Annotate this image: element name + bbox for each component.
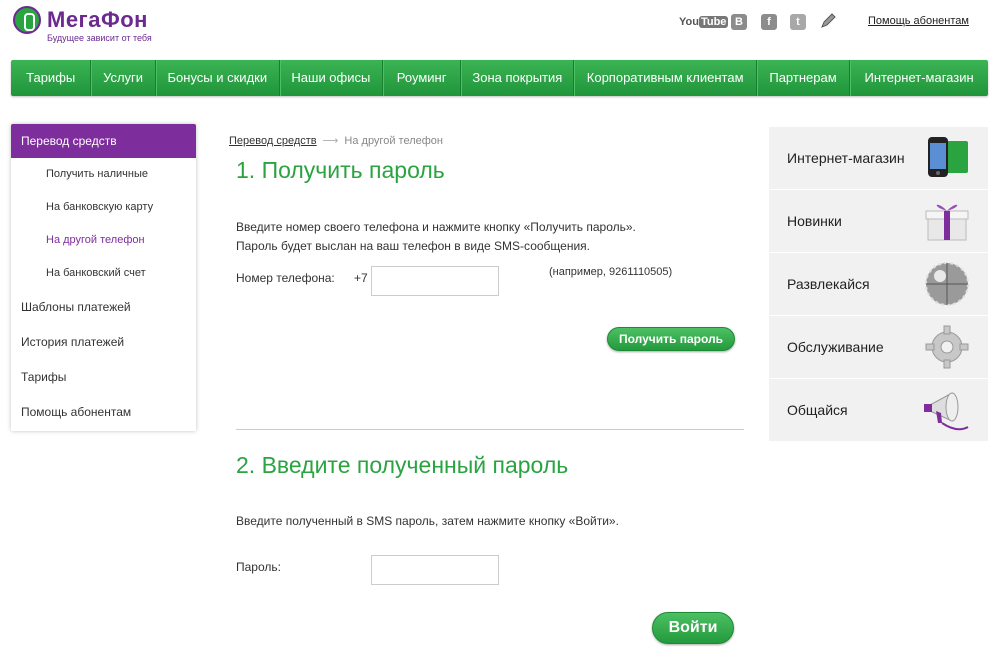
vkontakte-icon[interactable]: B [731,14,747,30]
phone-prefix: +7 [354,271,368,285]
gear-icon [922,324,972,370]
promo-label: Развлекайся [787,276,870,292]
promo-label: Интернет-магазин [787,150,905,166]
promo-label: Новинки [787,213,842,229]
password-input[interactable] [371,555,499,585]
youtube-text: You [679,16,699,28]
brand-slogan: Будущее зависит от тебя [47,33,152,43]
breadcrumb-current: На другой телефон [344,135,443,147]
sidebar-subitem-bank-account[interactable]: На банковский счет [11,257,196,290]
breadcrumb: Перевод средств ⟶ На другой телефон [229,134,443,147]
logo-mark-icon [13,6,41,34]
get-password-button[interactable]: Получить пароль [607,327,735,351]
disco-ball-icon [922,261,972,307]
sidebar-item-history[interactable]: История платежей [11,325,196,360]
twitter-letter: t [796,16,800,28]
brand-name: МегаФон [47,7,148,32]
nav-item-shop[interactable]: Интернет-магазин [850,60,988,96]
pen-icon[interactable] [819,12,837,30]
sidebar-subitem-bank-card[interactable]: На банковскую карту [11,191,196,224]
main-nav: Тарифы Услуги Бонусы и скидки Наши офисы… [11,60,988,96]
promo-item-service[interactable]: Обслуживание [769,316,988,379]
nav-item-bonuses[interactable]: Бонусы и скидки [156,60,280,96]
promo-item-entertainment[interactable]: Развлекайся [769,253,988,316]
sidebar-item-templates[interactable]: Шаблоны платежей [11,290,196,325]
nav-item-tariffs[interactable]: Тарифы [11,60,92,96]
breadcrumb-arrow-icon: ⟶ [322,135,339,147]
step1-instruction-2: Пароль будет выслан на ваш телефон в вид… [236,239,590,253]
promo-item-shop[interactable]: Интернет-магазин [769,127,988,190]
step1-instruction-1: Введите номер своего телефона и нажмите … [236,220,636,234]
nav-item-roaming[interactable]: Роуминг [383,60,462,96]
promo-item-communicate[interactable]: Общайся [769,379,988,441]
phone-input[interactable] [371,266,499,296]
sidebar-subitem-other-phone[interactable]: На другой телефон [11,224,196,257]
step2-title: 2. Введите полученный пароль [236,452,569,478]
twitter-icon[interactable]: t [790,14,806,30]
nav-item-partners[interactable]: Партнерам [757,60,851,96]
facebook-icon[interactable]: f [761,14,777,30]
sidebar-item-tariffs[interactable]: Тарифы [11,360,196,395]
youtube-tube-text: Tube [698,16,729,28]
sidebar-subitem-cash[interactable]: Получить наличные [11,158,196,191]
sidebar-header[interactable]: Перевод средств [11,124,196,158]
step2-instruction: Введите полученный в SMS пароль, затем н… [236,514,619,528]
sidebar: Перевод средств Получить наличные На бан… [11,124,196,431]
sidebar-item-help[interactable]: Помощь абонентам [11,395,196,430]
facebook-letter: f [767,16,771,28]
megafon-logo[interactable]: МегаФон Будущее зависит от тебя [13,6,163,43]
phone-label: Номер телефона: [236,271,335,285]
login-button[interactable]: Войти [652,612,734,644]
gift-icon [922,198,972,244]
nav-item-corporate[interactable]: Корпоративным клиентам [574,60,757,96]
password-label: Пароль: [236,560,281,574]
phone-hint: (например, 9261110505) [549,266,673,278]
megaphone-icon [922,387,972,433]
breadcrumb-link[interactable]: Перевод средств [229,135,317,147]
promo-item-new[interactable]: Новинки [769,190,988,253]
vkontakte-letter: B [735,16,743,28]
nav-item-offices[interactable]: Наши офисы [280,60,383,96]
phone-icon [922,135,972,181]
help-link[interactable]: Помощь абонентам [868,15,969,27]
promo-label: Общайся [787,402,848,418]
step1-title: 1. Получить пароль [236,157,445,183]
youtube-icon[interactable]: You Tube [679,13,729,31]
nav-item-services[interactable]: Услуги [91,60,156,96]
promo-panel: Интернет-магазин Новинки Развлекайся Обс… [769,127,988,441]
nav-item-coverage[interactable]: Зона покрытия [461,60,575,96]
promo-label: Обслуживание [787,339,884,355]
section-divider [236,429,744,430]
